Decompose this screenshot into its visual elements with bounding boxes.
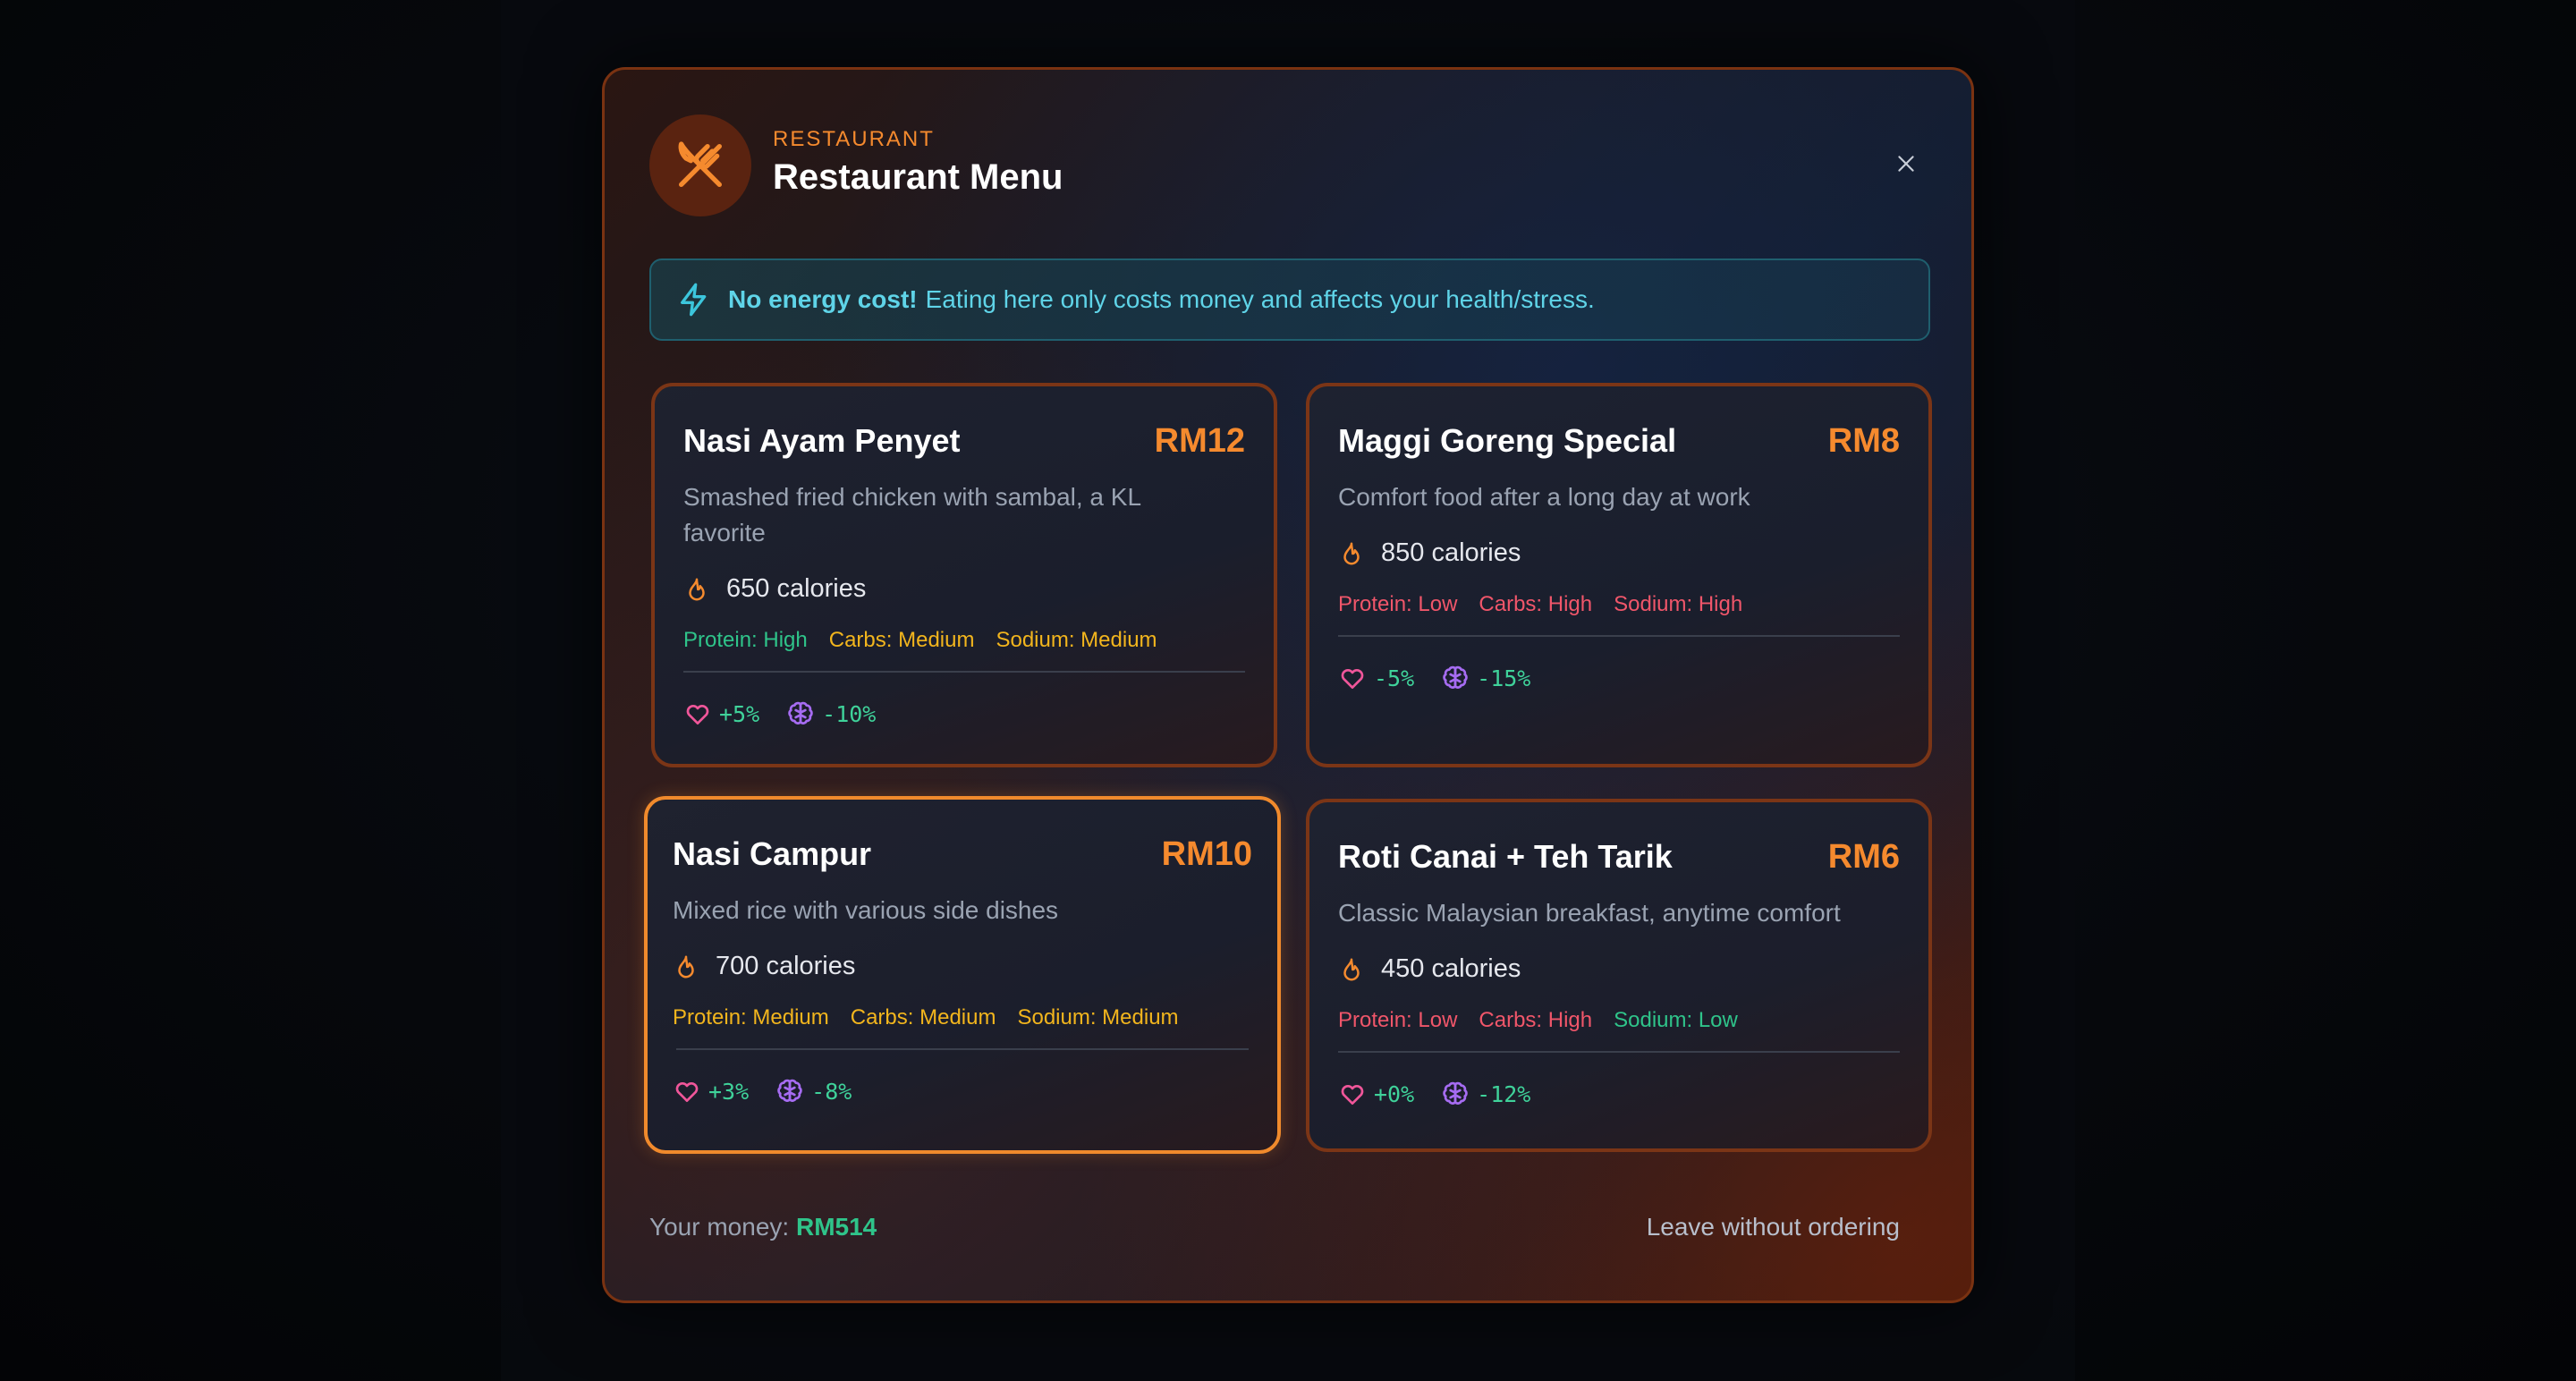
flame-icon xyxy=(689,578,705,600)
brain-icon xyxy=(1443,665,1468,689)
banner-emphasis: No energy cost! xyxy=(728,285,918,313)
health-effect: +5% xyxy=(719,700,760,727)
heart-icon xyxy=(686,705,709,724)
stress-effect: -10% xyxy=(822,700,877,727)
nutrition-tag: Carbs: Medium xyxy=(828,628,975,652)
nutrition-tag: Sodium: Low xyxy=(1614,1008,1738,1032)
nutrition-tag: Carbs: High xyxy=(1479,592,1593,616)
flame-icon xyxy=(1343,542,1360,564)
calorie-value: 700 calories xyxy=(716,952,856,980)
stress-effect: -15% xyxy=(1477,665,1531,691)
fork-knife-icon xyxy=(678,141,722,187)
heart-icon xyxy=(1341,1085,1364,1105)
nutrition-tag: Sodium: Medium xyxy=(996,628,1157,652)
dish-name: Nasi Campur xyxy=(673,835,872,872)
health-effect: +0% xyxy=(1374,1080,1415,1107)
effects-row: +5% -10% xyxy=(683,699,876,728)
calorie-value: 450 calories xyxy=(1381,954,1521,983)
nutrition-tag: Carbs: High xyxy=(1479,1008,1593,1032)
money-value: RM514 xyxy=(795,1213,877,1241)
health-effect: -5% xyxy=(1374,665,1415,691)
restaurant-modal: RESTAURANT Restaurant Menu No energy cos… xyxy=(602,67,1974,1303)
effects-row: +0% -12% xyxy=(1338,1080,1530,1108)
heart-icon xyxy=(675,1082,699,1102)
calorie-row: 450 calories xyxy=(1338,954,1521,984)
dish-price: RM12 xyxy=(1154,422,1245,460)
dish-price: RM8 xyxy=(1827,422,1900,460)
menu-card[interactable]: Maggi Goreng Special RM8 Comfort food af… xyxy=(1306,383,1932,767)
dish-description: Comfort food after a long day at work xyxy=(1338,483,1750,511)
card-divider xyxy=(1338,1051,1900,1053)
effects-row: +3% -8% xyxy=(673,1077,852,1106)
flame-icon xyxy=(678,955,694,978)
flame-icon xyxy=(1343,958,1360,980)
money-display: Your money: RM514 xyxy=(649,1213,877,1241)
health-effect: +3% xyxy=(708,1078,750,1105)
lightning-bolt-icon xyxy=(681,283,707,317)
dish-price: RM10 xyxy=(1161,835,1252,873)
nutrition-tag: Protein: Low xyxy=(1338,1008,1458,1032)
close-button[interactable] xyxy=(1884,141,1928,186)
nutrition-tag: Protein: Medium xyxy=(673,1005,829,1029)
dish-name: Nasi Ayam Penyet xyxy=(683,422,961,459)
effects-row: -5% -15% xyxy=(1338,664,1530,692)
dish-description: Classic Malaysian breakfast, anytime com… xyxy=(1338,899,1841,927)
nutrition-tags: Protein: Medium Carbs: Medium Sodium: Medi… xyxy=(673,1005,1200,1030)
modal-title: Restaurant Menu xyxy=(773,157,1063,197)
brain-icon xyxy=(788,701,813,724)
money-label: Your money: xyxy=(649,1213,790,1241)
nutrition-tag: Protein: Low xyxy=(1338,592,1458,616)
nutrition-tag: Protein: High xyxy=(683,628,808,652)
info-banner: No energy cost! Eating here only costs m… xyxy=(649,258,1930,341)
card-divider xyxy=(1338,635,1900,637)
stress-effect: -12% xyxy=(1477,1080,1531,1107)
dish-name: Roti Canai + Teh Tarik xyxy=(1338,838,1673,875)
nutrition-tag: Carbs: Medium xyxy=(850,1005,996,1029)
brain-icon xyxy=(777,1079,802,1102)
modal-header: RESTAURANT Restaurant Menu xyxy=(649,114,1928,216)
brain-icon xyxy=(1443,1081,1468,1105)
leave-button[interactable]: Leave without ordering xyxy=(1647,1213,1900,1241)
banner-text: Eating here only costs money and affects… xyxy=(925,285,1595,313)
calorie-row: 850 calories xyxy=(1338,538,1521,568)
nutrition-tag: Sodium: Medium xyxy=(1017,1005,1179,1029)
menu-card[interactable]: Nasi Campur RM10 Mixed rice with various… xyxy=(644,796,1281,1154)
nutrition-tags: Protein: Low Carbs: High Sodium: High xyxy=(1338,592,1764,617)
stress-effect: -8% xyxy=(811,1078,852,1105)
restaurant-logo xyxy=(649,114,751,216)
dish-price: RM6 xyxy=(1827,838,1900,876)
calorie-value: 650 calories xyxy=(726,574,867,603)
close-icon xyxy=(1898,156,1914,172)
calorie-row: 700 calories xyxy=(673,952,855,981)
nutrition-tags: Protein: Low Carbs: High Sodium: Low xyxy=(1338,1008,1759,1033)
menu-card[interactable]: Nasi Ayam Penyet RM12 Smashed fried chic… xyxy=(651,383,1277,767)
heart-icon xyxy=(1341,669,1364,689)
nutrition-tag: Sodium: High xyxy=(1614,592,1743,616)
dish-name: Maggi Goreng Special xyxy=(1338,422,1677,459)
card-divider xyxy=(683,671,1245,673)
menu-card[interactable]: Roti Canai + Teh Tarik RM6 Classic Malay… xyxy=(1306,799,1932,1152)
modal-kicker: RESTAURANT xyxy=(773,127,935,151)
calorie-value: 850 calories xyxy=(1381,538,1521,567)
dish-description: Mixed rice with various side dishes xyxy=(673,896,1059,924)
nutrition-tags: Protein: High Carbs: Medium Sodium: Medium xyxy=(683,628,1179,653)
dish-description: Smashed fried chicken with sambal, a KL … xyxy=(683,483,1140,546)
calorie-row: 650 calories xyxy=(683,574,866,604)
card-divider xyxy=(676,1048,1249,1050)
